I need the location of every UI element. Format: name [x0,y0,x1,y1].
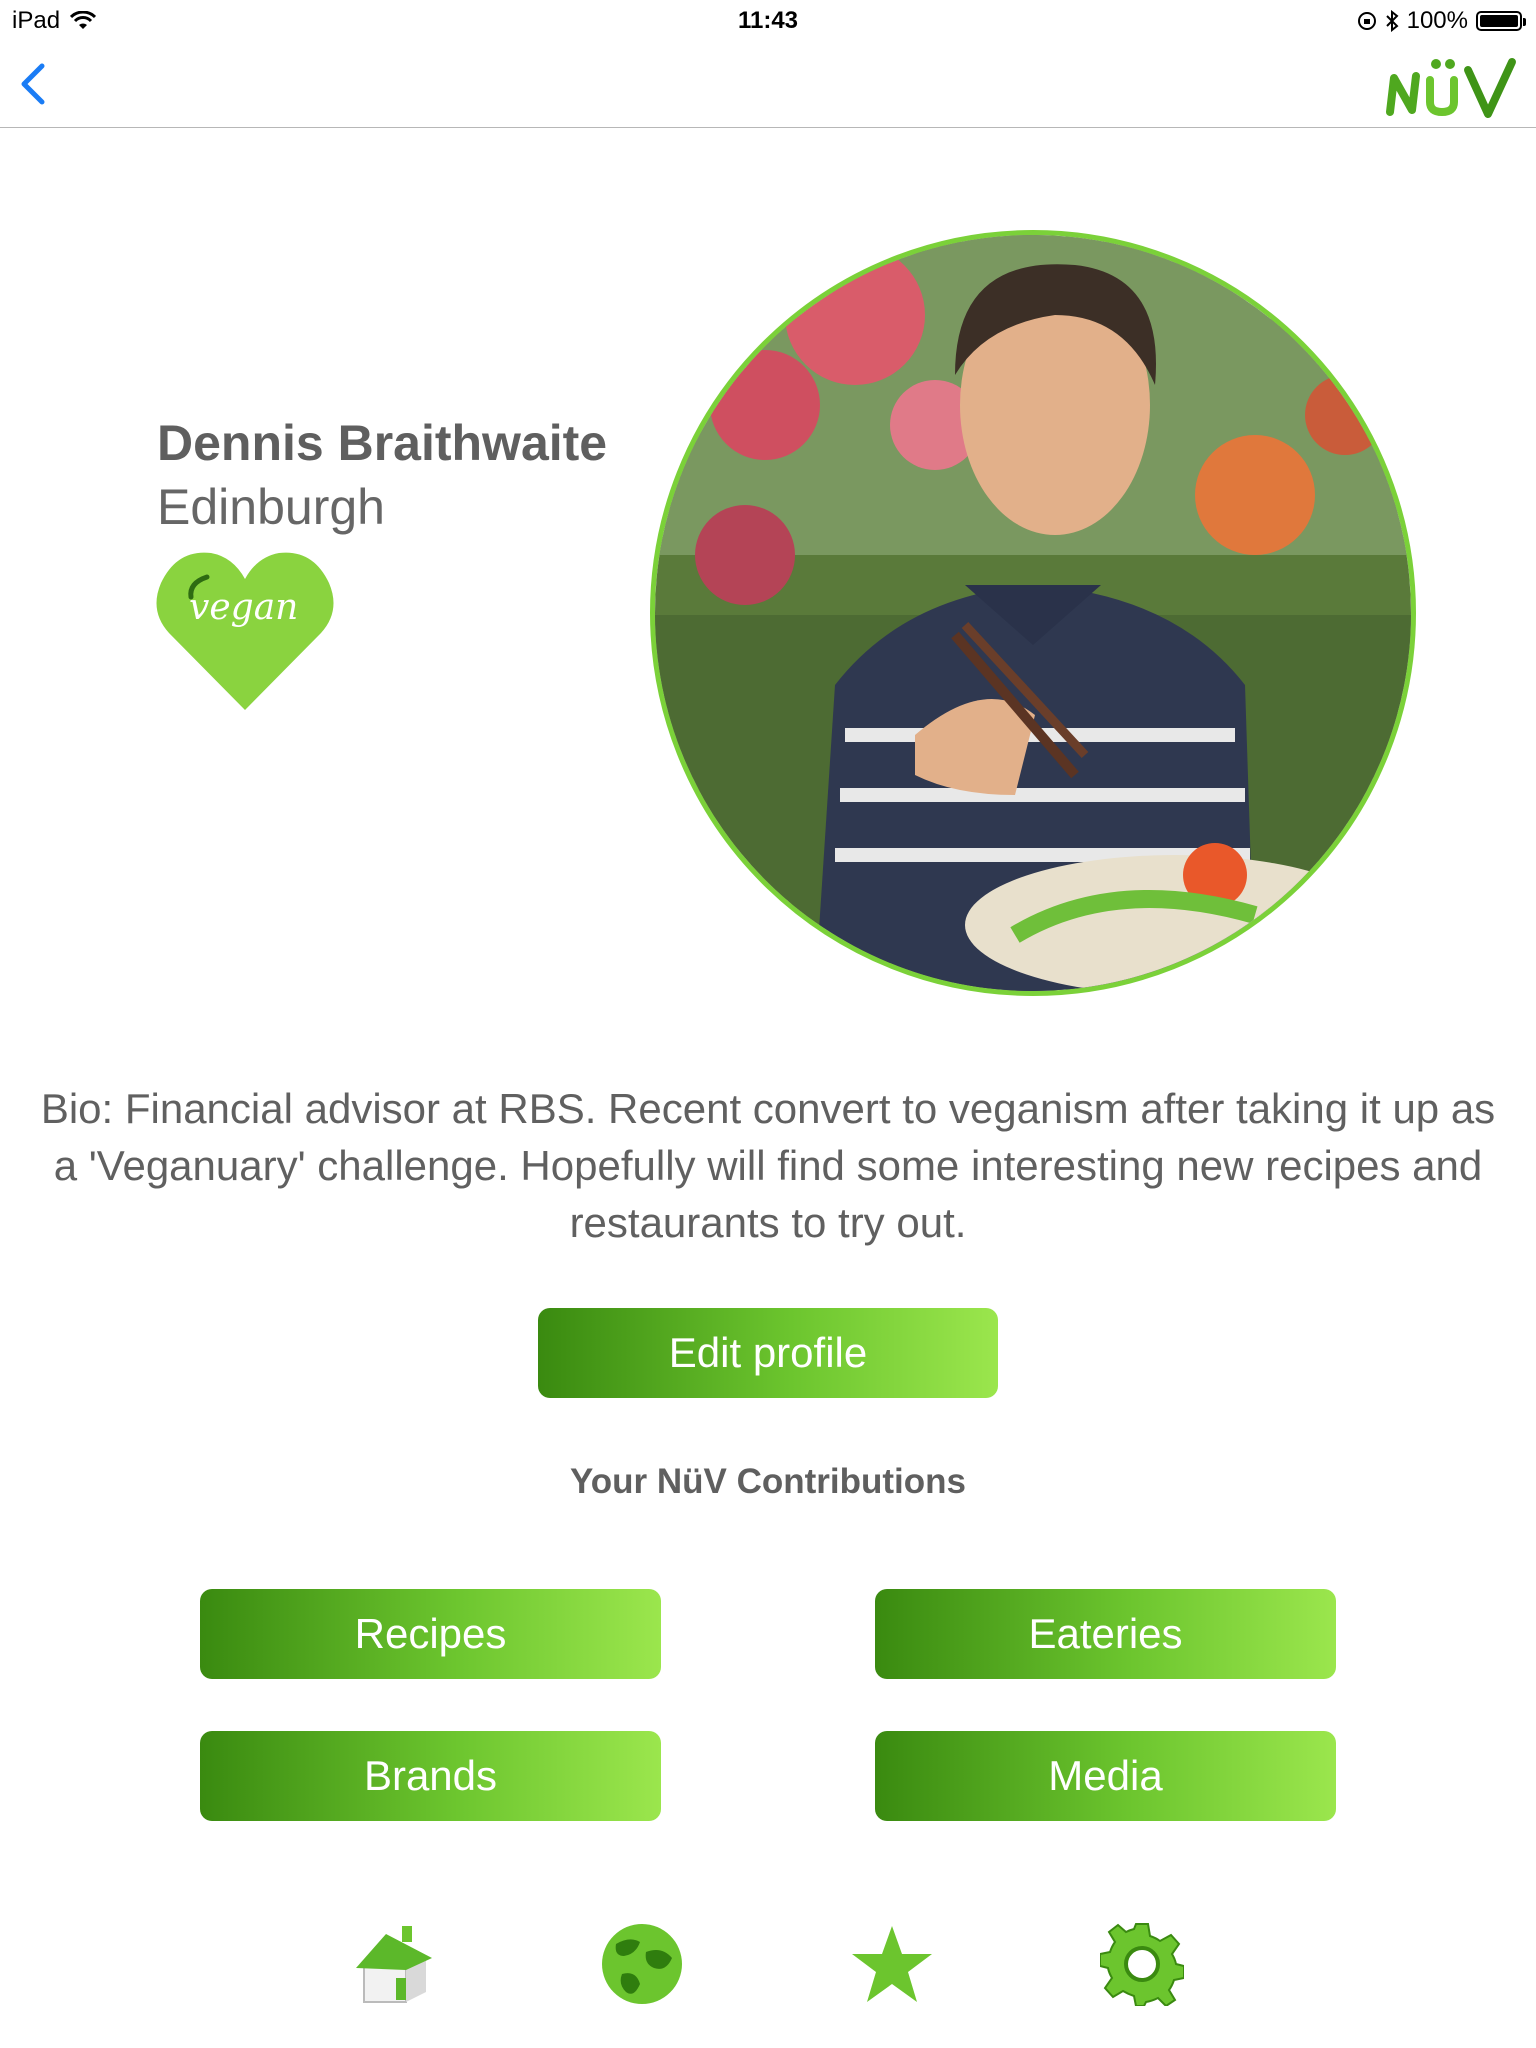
profile-photo [650,230,1416,996]
home-icon[interactable] [352,1922,436,2006]
navigation-bar [0,40,1536,128]
battery-fill [1480,15,1518,27]
media-button[interactable]: Media [875,1731,1336,1821]
contributions-heading: Your NüV Contributions [570,1462,966,1501]
tab-bar [0,1900,1536,2048]
orientation-lock-icon [1357,12,1376,30]
recipes-button[interactable]: Recipes [200,1589,661,1679]
vegan-heart-badge: vegan [156,552,334,710]
bluetooth-icon [1385,10,1399,32]
battery-percent: 100% [1406,7,1468,34]
back-button[interactable] [14,60,54,108]
status-bar: iPad 11:43 100% [0,0,1536,40]
eateries-button[interactable]: Eateries [875,1589,1336,1679]
brands-button[interactable]: Brands [200,1731,661,1821]
chevron-left-icon [21,63,45,105]
star-icon[interactable] [850,1922,934,2006]
vegan-badge-text: vegan [189,587,298,628]
globe-icon[interactable] [600,1922,684,2006]
profile-location: Edinburgh [157,479,385,535]
clock: 11:43 [737,7,799,34]
battery-icon [1476,11,1526,31]
edit-profile-button[interactable]: Edit profile [538,1308,998,1398]
profile-bio: Bio: Financial advisor at RBS. Recent co… [40,1085,1496,1246]
nuv-logo [1386,58,1516,118]
profile-name: Dennis Braithwaite [157,415,608,471]
settings-gear-icon[interactable] [1100,1922,1184,2006]
